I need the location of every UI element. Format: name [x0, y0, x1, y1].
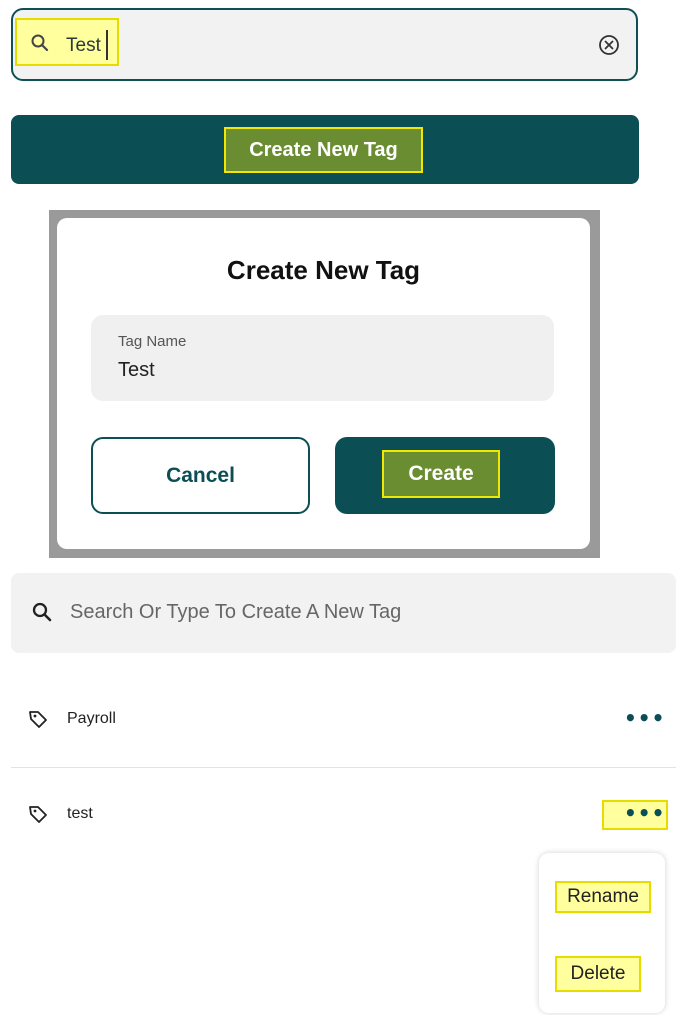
tag-icon [29, 806, 47, 823]
tag-name-value[interactable]: Test [118, 359, 155, 382]
more-options-test[interactable]: ••• [624, 801, 665, 825]
dialog-title: Create New Tag [226, 255, 421, 285]
tag-label-payroll[interactable]: Payroll [67, 710, 116, 728]
cancel-button[interactable]: Cancel [91, 437, 310, 514]
tag-search-placeholder[interactable]: Search Or Type To Create A New Tag [70, 601, 401, 624]
clear-icon[interactable] [597, 33, 621, 57]
tag-name-label: Tag Name [118, 333, 187, 350]
text-caret [106, 30, 108, 60]
search-input-value[interactable]: Test [66, 33, 101, 59]
create-button-label[interactable]: Create [382, 450, 500, 498]
tag-icon [29, 711, 47, 728]
tag-name-field[interactable] [91, 315, 554, 401]
tag-label-test[interactable]: test [67, 805, 93, 823]
rename-menu-item[interactable]: Rename [555, 881, 651, 913]
divider [11, 767, 676, 768]
search-icon [31, 34, 49, 52]
delete-menu-item[interactable]: Delete [555, 956, 641, 992]
more-options-payroll[interactable]: ••• [624, 706, 665, 730]
search-icon [32, 602, 52, 622]
create-new-tag-button[interactable]: Create New Tag [224, 127, 423, 173]
